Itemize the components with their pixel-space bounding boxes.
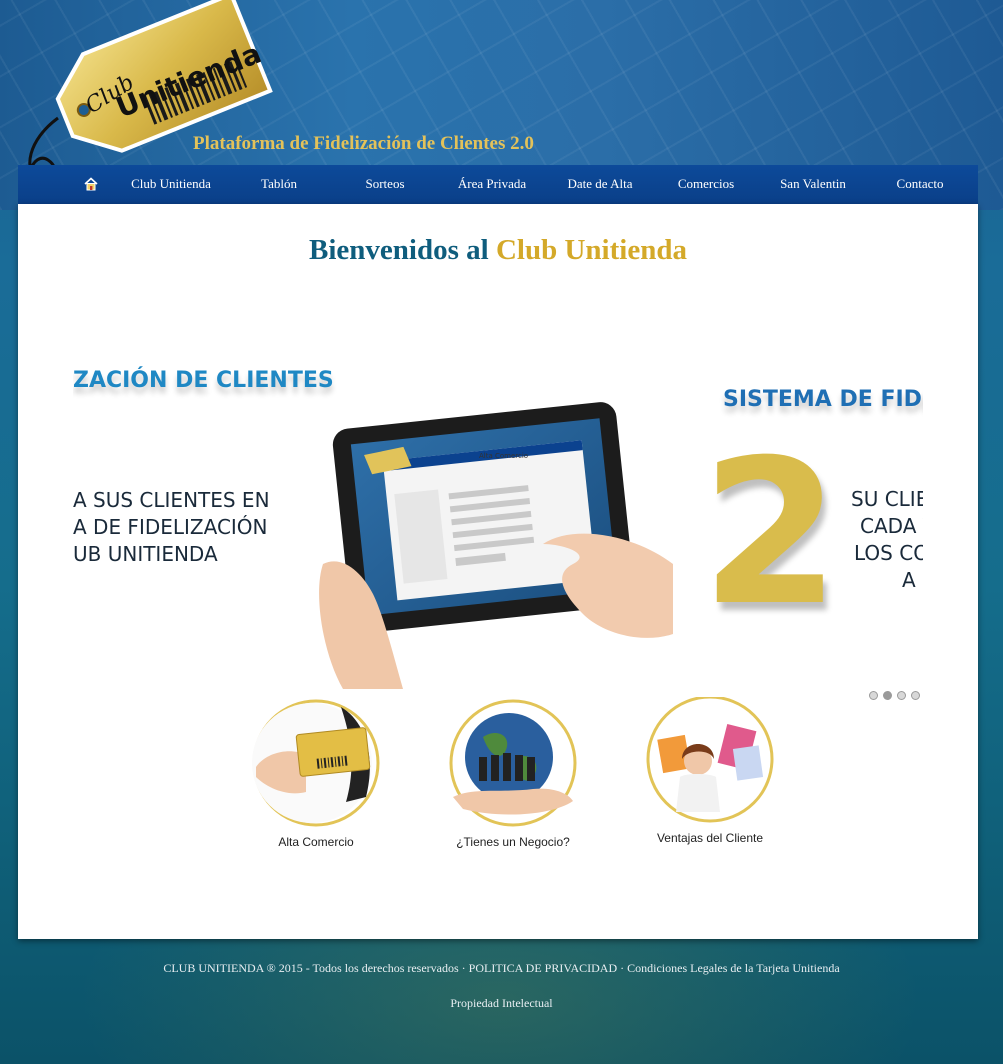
feature-tienes-negocio[interactable]: ¿Tienes un Negocio? (443, 697, 583, 857)
footer-secondary: Propiedad Intelectual (0, 996, 1003, 1011)
nav-item-tablon[interactable]: Tablón (233, 165, 325, 204)
site-tagline: Plataforma de Fidelización de Clientes 2… (193, 133, 534, 154)
slide-right-heading: SISTEMA DE FIDELI (723, 387, 923, 412)
main-navigation: Club Unitienda Tablón Sorteos Área Priva… (18, 165, 978, 204)
nav-item-comercios[interactable]: Comercios (660, 165, 752, 204)
footer-separator-1: · (461, 961, 466, 975)
image-slider[interactable]: ZACIÓN DE CLIENTES A SUS CLIENTES EN A D… (73, 354, 923, 689)
slide-right-line-3: LOS CO (854, 541, 923, 565)
slide-right-line-2: CADA V (860, 514, 923, 538)
welcome-text-part2: Club Unitienda (495, 234, 687, 266)
slide-big-number: 2 (701, 417, 841, 650)
nav-item-area-privada[interactable]: Área Privada (443, 165, 541, 204)
feature-label-tienes-negocio: ¿Tienes un Negocio? (456, 835, 570, 849)
tablet-image: Alta Comercio (303, 394, 673, 689)
globe-business-icon (449, 699, 577, 827)
tablet-screen-title: Alta Comercio (479, 452, 528, 460)
footer-links: CLUB UNITIENDA ® 2015 - Todos los derech… (0, 961, 1003, 976)
footer-ip-link[interactable]: Propiedad Intelectual (450, 996, 552, 1010)
content-panel: Bienvenidos al Club Unitienda ZACIÓN DE … (18, 204, 978, 939)
nav-item-date-de-alta[interactable]: Date de Alta (553, 165, 647, 204)
slide-left-heading: ZACIÓN DE CLIENTES (73, 368, 334, 393)
welcome-text-part1: Bienvenidos al (309, 234, 489, 266)
slide-left-line-3: UB UNITIENDA (73, 542, 218, 566)
slide-right-line-1: SU CLIE (851, 487, 923, 511)
slide-left-line-2: A DE FIDELIZACIÓN (73, 515, 268, 539)
slider-dot-3[interactable] (897, 691, 906, 700)
nav-item-san-valentin[interactable]: San Valentin (765, 165, 861, 204)
shopping-woman-icon (646, 695, 774, 823)
card-in-hand-icon (252, 699, 380, 827)
footer-privacy-link[interactable]: POLITICA DE PRIVACIDAD (469, 961, 617, 975)
feature-label-ventajas-cliente: Ventajas del Cliente (656, 831, 764, 845)
slide-left-line-1: A SUS CLIENTES EN (73, 488, 270, 512)
home-icon[interactable] (84, 177, 98, 191)
feature-ventajas-cliente[interactable]: Ventajas del Cliente (640, 695, 780, 857)
slide-right-line-4: A C (902, 568, 923, 592)
feature-label-alta-comercio: Alta Comercio (278, 835, 354, 849)
feature-alta-comercio[interactable]: Alta Comercio (246, 697, 386, 857)
footer-copyright: CLUB UNITIENDA ® 2015 - Todos los derech… (163, 961, 459, 975)
welcome-heading: Bienvenidos al Club Unitienda (18, 234, 978, 267)
slider-dot-4[interactable] (911, 691, 920, 700)
nav-item-sorteos[interactable]: Sorteos (340, 165, 430, 204)
slider-dot-2[interactable] (883, 691, 892, 700)
tablet-hand-illustration: Alta Comercio (319, 402, 673, 689)
nav-item-contacto[interactable]: Contacto (874, 165, 966, 204)
nav-item-club-unitienda[interactable]: Club Unitienda (121, 165, 221, 204)
footer-legal-link[interactable]: Condiciones Legales de la Tarjeta Unitie… (627, 961, 840, 975)
footer-separator-2: · (620, 961, 625, 975)
slider-dot-1[interactable] (869, 691, 878, 700)
